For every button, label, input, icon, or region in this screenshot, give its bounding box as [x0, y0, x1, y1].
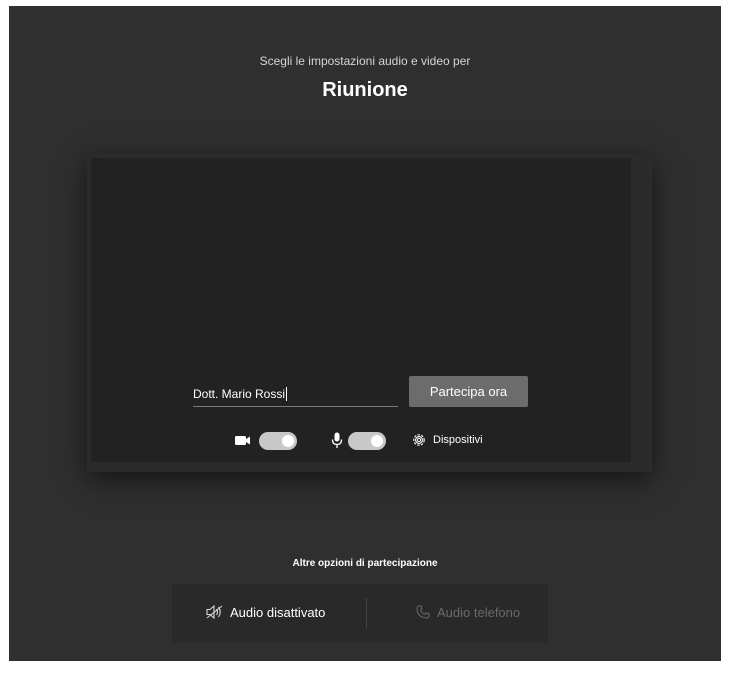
other-join-options: Audio disattivato Audio telefono [172, 584, 548, 642]
microphone-toggle-knob [371, 435, 383, 447]
video-preview: Dott. Mario Rossi Partecipa ora Disposit… [91, 158, 631, 462]
speaker-off-icon [206, 604, 223, 620]
phone-audio-label: Audio telefono [437, 605, 521, 620]
meeting-prejoin-screen: Scegli le impostazioni audio e video per… [9, 6, 721, 661]
av-controls: Dispositivi [91, 430, 631, 452]
microphone-toggle[interactable] [348, 432, 386, 450]
camera-toggle-knob [282, 435, 294, 447]
meeting-title: Riunione [322, 79, 408, 101]
display-name-input[interactable]: Dott. Mario Rossi [193, 381, 398, 407]
audio-off-label: Audio disattivato [230, 605, 326, 620]
display-name-value: Dott. Mario Rossi [193, 381, 288, 407]
join-now-button[interactable]: Partecipa ora [409, 376, 528, 407]
display-name-text: Dott. Mario Rossi [193, 387, 286, 401]
audio-off-option[interactable]: Audio disattivato [206, 584, 325, 642]
phone-icon [416, 605, 430, 619]
microphone-icon [331, 432, 343, 448]
page-subtitle: Scegli le impostazioni audio e video per [259, 54, 471, 68]
gear-icon[interactable] [411, 432, 427, 448]
camera-toggle[interactable] [259, 432, 297, 450]
phone-audio-option[interactable]: Audio telefono [416, 584, 520, 642]
camera-icon [235, 436, 250, 445]
options-divider [366, 598, 367, 628]
text-caret [286, 387, 288, 401]
other-join-options-title: Altre opzioni di partecipazione [292, 558, 438, 569]
devices-button[interactable]: Dispositivi [433, 432, 483, 448]
